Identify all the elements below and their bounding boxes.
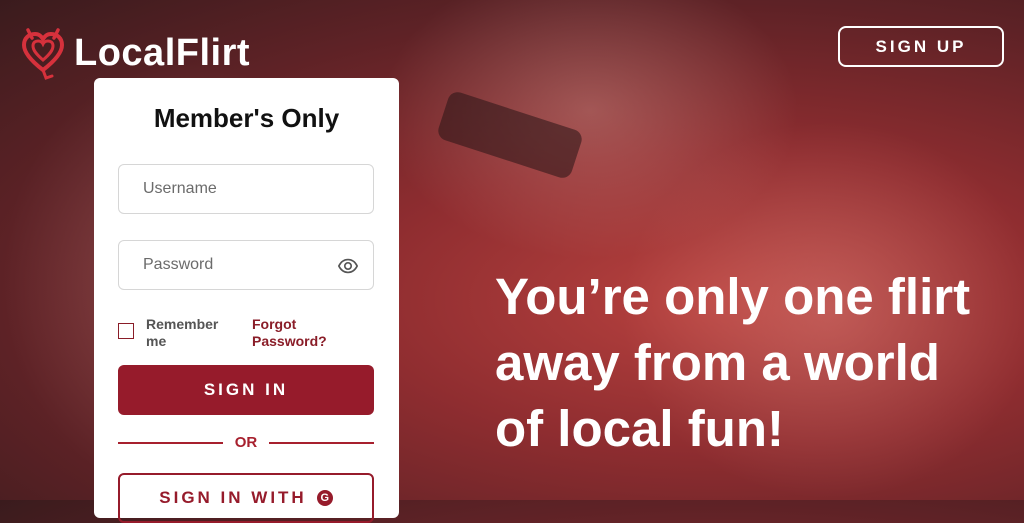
or-label: OR [234,434,258,451]
hero-headline: You’re only one flirt away from a world … [495,268,971,457]
heart-devil-icon [21,28,65,80]
password-field[interactable]: Password [118,240,374,290]
username-placeholder: Username [143,180,217,197]
or-divider: OR [118,434,374,451]
signup-button[interactable]: SIGN UP [838,26,1004,67]
forgot-password-link[interactable]: Forgot Password? [252,316,352,350]
password-placeholder: Password [143,256,214,273]
login-card: Member's Only Username Password Remember… [94,78,399,523]
login-title: Member's Only [153,103,340,133]
divider-line [269,441,374,444]
brand-logo[interactable]: LocalFlirt [20,24,250,82]
remember-row: Remember me Forgot Password? [118,316,374,350]
remember-checkbox[interactable] [118,323,134,339]
signin-with-google-button[interactable]: SIGN IN WITH G [118,473,374,523]
eye-icon[interactable] [337,255,359,277]
username-field[interactable]: Username [118,164,374,214]
google-icon: G [316,490,333,506]
signin-with-label: SIGN IN WITH [159,488,307,507]
remember-label[interactable]: Remember me [146,316,234,350]
brand-name: LocalFlirt [74,31,251,74]
divider-line [118,441,223,444]
signin-button[interactable]: SIGN IN [118,365,374,415]
